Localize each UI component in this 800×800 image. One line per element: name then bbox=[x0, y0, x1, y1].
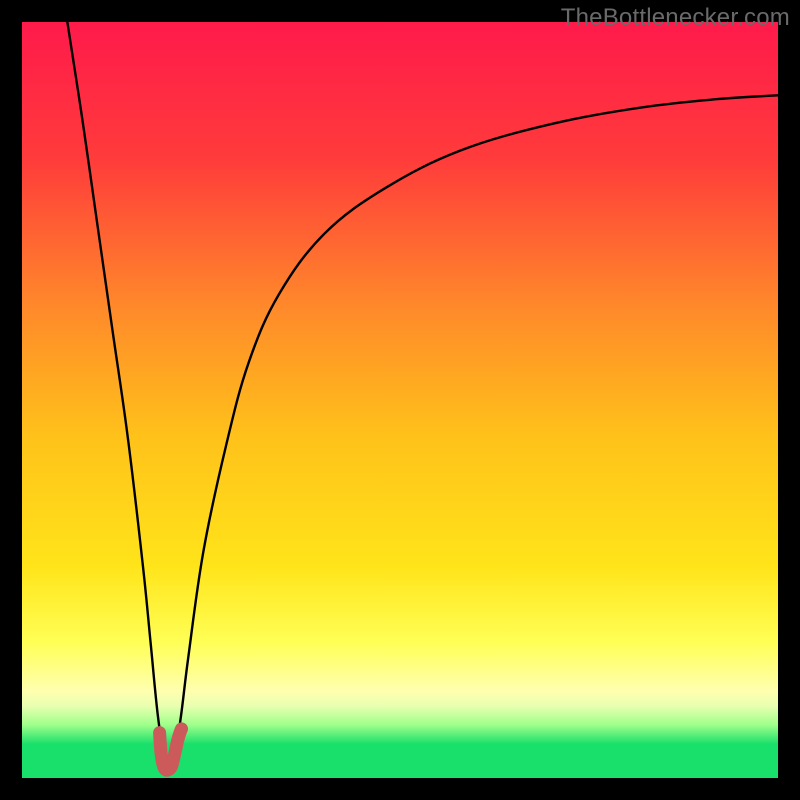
plot-area bbox=[22, 22, 778, 778]
bottleneck-curve bbox=[67, 22, 778, 769]
watermark-text: TheBottlenecker.com bbox=[561, 4, 790, 32]
chart-frame: TheBottlenecker.com bbox=[0, 0, 800, 800]
curve-layer bbox=[22, 22, 778, 778]
optimum-marker bbox=[160, 729, 182, 770]
